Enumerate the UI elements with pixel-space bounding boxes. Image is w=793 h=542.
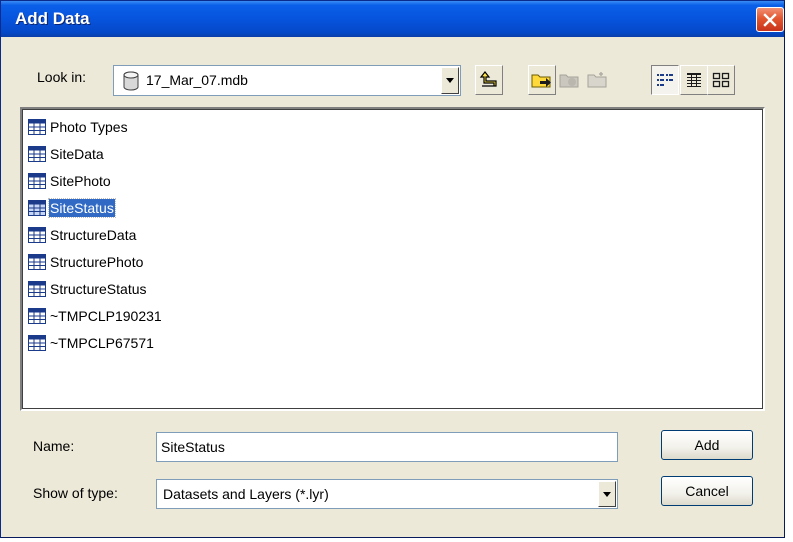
up-one-level-icon xyxy=(479,71,497,87)
chevron-down-icon xyxy=(603,491,611,497)
show-of-type-label: Show of type: xyxy=(33,485,118,501)
file-name: SiteStatus xyxy=(48,198,116,218)
name-input-value: SiteStatus xyxy=(161,439,225,455)
name-input[interactable]: SiteStatus xyxy=(156,432,618,462)
show-of-type-dropdown[interactable]: Datasets and Layers (*.lyr) xyxy=(156,479,618,509)
close-icon xyxy=(763,12,777,27)
show-of-type-value: Datasets and Layers (*.lyr) xyxy=(163,486,329,502)
list-item[interactable]: StructurePhoto xyxy=(28,252,144,272)
file-name: StructureData xyxy=(50,227,137,243)
up-one-level-button[interactable] xyxy=(475,65,503,95)
cancel-button[interactable]: Cancel xyxy=(661,476,753,506)
table-icon xyxy=(28,254,46,270)
database-icon xyxy=(123,71,139,91)
close-button[interactable] xyxy=(756,7,784,32)
file-name: StructurePhoto xyxy=(50,254,144,270)
table-icon xyxy=(28,173,46,189)
list-view-icon xyxy=(657,74,673,86)
table-icon xyxy=(28,281,46,297)
list-item[interactable]: Photo Types xyxy=(28,117,129,137)
add-button[interactable]: Add xyxy=(661,430,753,460)
list-item[interactable]: StructureData xyxy=(28,225,137,245)
list-item[interactable]: ~TMPCLP190231 xyxy=(28,306,163,326)
file-name: ~TMPCLP190231 xyxy=(50,308,162,324)
look-in-dropdown[interactable]: 17_Mar_07.mdb xyxy=(113,65,461,96)
look-in-label: Look in: xyxy=(37,69,87,85)
list-item[interactable]: SiteData xyxy=(28,144,105,164)
table-icon xyxy=(28,227,46,243)
connect-folder-icon xyxy=(531,74,551,88)
list-item[interactable]: StructureStatus xyxy=(28,279,148,299)
table-icon xyxy=(28,308,46,324)
title-bar[interactable]: Add Data xyxy=(1,1,784,37)
window-title: Add Data xyxy=(15,9,90,28)
look-in-dropdown-button[interactable] xyxy=(441,67,459,94)
file-name: StructureStatus xyxy=(50,281,147,297)
disconnect-folder-button xyxy=(555,65,583,95)
name-label: Name: xyxy=(33,438,75,454)
new-folder-button xyxy=(583,65,611,95)
file-list[interactable]: Photo Types SiteData SitePhoto SiteStatu… xyxy=(20,107,765,411)
list-view-button[interactable] xyxy=(651,65,679,95)
chevron-down-icon xyxy=(446,78,454,83)
table-icon xyxy=(28,200,46,216)
show-of-type-dropdown-button[interactable] xyxy=(598,481,616,507)
table-icon xyxy=(28,146,46,162)
new-folder-icon xyxy=(587,72,607,88)
look-in-value: 17_Mar_07.mdb xyxy=(146,72,248,88)
details-view-icon xyxy=(687,73,701,87)
file-name: SitePhoto xyxy=(50,173,111,189)
thumbnails-view-button[interactable] xyxy=(707,65,735,95)
file-name: SiteData xyxy=(50,146,104,162)
disconnect-folder-icon xyxy=(559,74,579,88)
list-item[interactable]: SitePhoto xyxy=(28,171,112,191)
file-name: ~TMPCLP67571 xyxy=(50,335,154,351)
list-item[interactable]: ~TMPCLP67571 xyxy=(28,333,155,353)
table-icon xyxy=(28,119,46,135)
file-name: Photo Types xyxy=(50,119,128,135)
table-icon xyxy=(28,335,46,351)
details-view-button[interactable] xyxy=(680,65,708,95)
connect-folder-button[interactable] xyxy=(528,65,556,95)
add-data-dialog: Add Data Look in: 17_Mar_07.mdb Photo Ty… xyxy=(0,0,785,538)
thumbnails-view-icon xyxy=(712,72,730,88)
list-item-selected[interactable]: SiteStatus xyxy=(28,198,116,218)
